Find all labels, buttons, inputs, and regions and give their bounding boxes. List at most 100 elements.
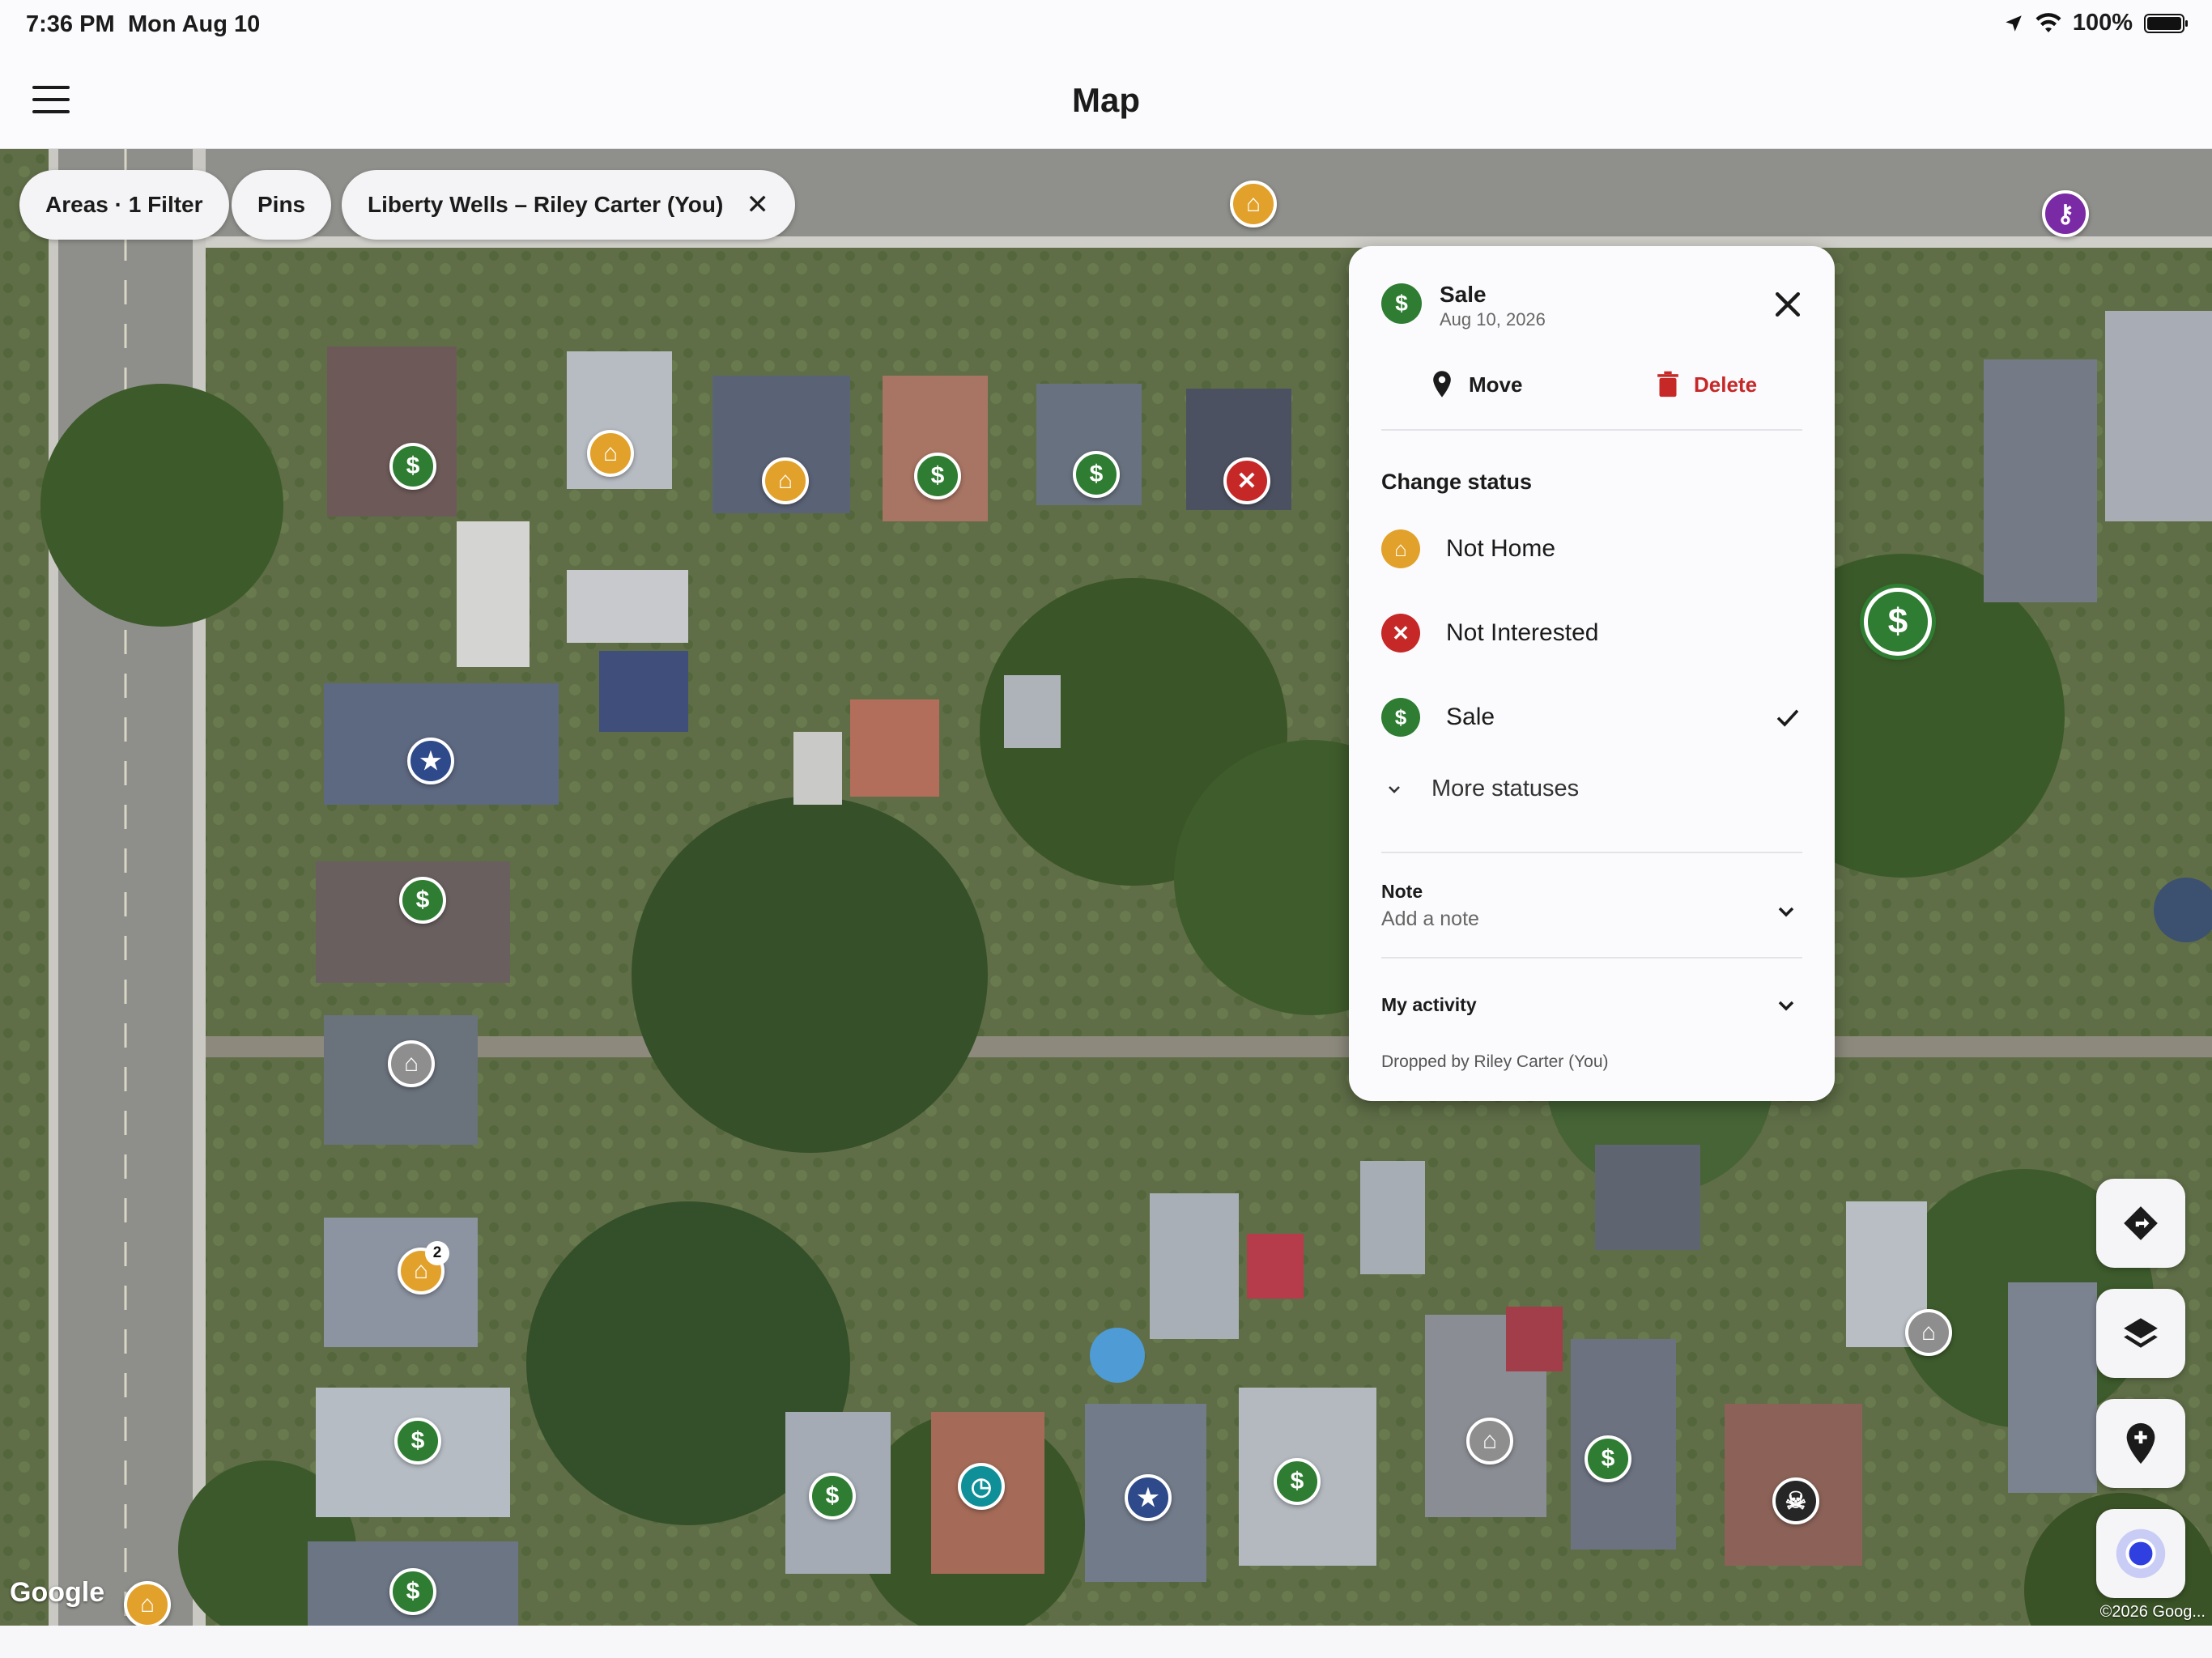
dollar-icon: $ <box>930 462 945 489</box>
location-arrow-icon <box>2006 15 2022 32</box>
no-house-icon: ⌂ <box>602 440 619 466</box>
territory-label: Liberty Wells – Riley Carter (You) <box>368 192 724 217</box>
page-title: Map <box>1072 81 1140 119</box>
status-indicators: 100% <box>2003 10 2188 36</box>
dollar-icon: $ <box>1887 602 1908 641</box>
wifi-icon <box>2035 12 2061 32</box>
chevron-down-icon <box>1778 907 1794 917</box>
google-logo: Google <box>10 1577 105 1608</box>
not-home-pin[interactable]: ⌂ <box>762 457 809 504</box>
sale-pin[interactable]: $ <box>389 443 436 490</box>
battery-icon <box>2144 13 2188 33</box>
dollar-icon: $ <box>1601 1445 1615 1472</box>
directions-button[interactable] <box>2096 1179 2185 1268</box>
house-icon: ⌂ <box>403 1050 419 1077</box>
pin-date: Aug 10, 2026 <box>1440 309 1546 329</box>
divider <box>1381 852 1802 853</box>
battery-percent: 100% <box>2072 10 2133 36</box>
sale-pin[interactable]: $ <box>1073 451 1120 498</box>
areas-filter-label: Areas · 1 Filter <box>45 192 203 217</box>
sale-pin[interactable]: $ <box>394 1418 441 1465</box>
pins-chip[interactable]: Pins <box>232 170 332 240</box>
sale-pin[interactable]: $ <box>1585 1435 1631 1482</box>
my-activity-section[interactable]: My activity <box>1381 994 1802 1016</box>
house-icon: ⌂ <box>1482 1427 1498 1454</box>
status-option-not-interested[interactable]: ✕ Not Interested <box>1381 607 1802 659</box>
chevron-down-icon <box>1778 1001 1794 1011</box>
territory-chip[interactable]: Liberty Wells – Riley Carter (You) ✕ <box>342 170 795 240</box>
close-icon[interactable] <box>1770 287 1806 322</box>
checkmark-icon <box>1776 709 1799 727</box>
sale-pin[interactable]: $ <box>1274 1458 1321 1505</box>
sale-pin[interactable]: $ <box>809 1473 856 1520</box>
no-house-icon: ⌂ <box>139 1591 155 1618</box>
star-icon: ★ <box>419 747 442 775</box>
directions-icon <box>2124 1206 2158 1240</box>
sale-icon: $ <box>1381 698 1420 737</box>
sale-pin[interactable]: $ <box>389 1568 436 1615</box>
no-house-icon: ⌂ <box>777 467 793 494</box>
layers-button[interactable] <box>2096 1289 2185 1378</box>
chevron-down-icon <box>1389 785 1400 793</box>
house-icon: ⌂ <box>1921 1319 1937 1346</box>
cluster-count-badge: 2 <box>425 1241 449 1265</box>
dollar-icon: $ <box>825 1482 840 1509</box>
status-option-label: Not Interested <box>1446 619 1599 646</box>
sale-pin[interactable]: $ <box>399 877 446 924</box>
move-button[interactable]: Move <box>1430 364 1522 405</box>
not-interested-pin[interactable]: ✕ <box>1223 457 1270 504</box>
add-pin-button[interactable] <box>2096 1399 2185 1488</box>
sale-pin[interactable]: $ <box>914 453 961 500</box>
dollar-icon: $ <box>410 1427 425 1454</box>
dollar-icon: $ <box>1290 1468 1304 1494</box>
follow-up-pin[interactable]: ◷ <box>958 1463 1005 1510</box>
sale-status-icon: $ <box>1381 283 1422 324</box>
note-title: Note <box>1381 881 1423 902</box>
status-time: 7:36 PM <box>26 11 115 37</box>
more-statuses-label: More statuses <box>1431 776 1580 801</box>
change-status-heading: Change status <box>1381 470 1533 494</box>
satellite-imagery <box>0 149 2212 1626</box>
star-icon: ★ <box>1137 1484 1159 1511</box>
status-bar: 7:36 PM Mon Aug 10 100% <box>0 0 2212 50</box>
key-pin[interactable]: ⚷ <box>2042 190 2089 237</box>
dollar-icon: $ <box>415 886 430 913</box>
not-interested-icon: ✕ <box>1381 614 1420 653</box>
not-home-pin[interactable]: ⌂ <box>587 430 634 477</box>
status-option-not-home[interactable]: ⌂ Not Home <box>1381 523 1802 575</box>
star-pin[interactable]: ★ <box>407 738 454 784</box>
delete-button[interactable]: Delete <box>1657 364 1757 405</box>
selected-sale-pin[interactable]: $ <box>1864 588 1932 656</box>
my-activity-title: My activity <box>1381 994 1477 1015</box>
note-placeholder: Add a note <box>1381 908 1479 930</box>
close-icon[interactable]: ✕ <box>746 189 769 221</box>
house-pin[interactable]: ⌂ <box>1905 1309 1952 1356</box>
status-option-sale[interactable]: $ Sale <box>1381 691 1802 743</box>
location-pin-icon <box>1433 371 1451 397</box>
map-view[interactable]: Areas · 1 Filter Pins Liberty Wells – Ri… <box>0 149 2212 1626</box>
not-home-cluster-pin[interactable]: ⌂ 2 <box>398 1241 449 1295</box>
not-home-pin[interactable]: ⌂ <box>1230 181 1277 227</box>
areas-filter-chip[interactable]: Areas · 1 Filter <box>19 170 229 240</box>
my-location-button[interactable] <box>2096 1509 2185 1598</box>
house-pin[interactable]: ⌂ <box>1466 1418 1513 1465</box>
pin-status-title: Sale <box>1440 282 1487 307</box>
pins-label: Pins <box>257 192 306 217</box>
no-house-icon: ⌂ <box>413 1257 429 1284</box>
dropped-by-text: Dropped by Riley Carter (You) <box>1381 1052 1609 1071</box>
no-house-icon: ⌂ <box>1245 190 1261 217</box>
pin-detail-panel: $ Sale Aug 10, 2026 Move Delete Change s… <box>1349 246 1835 1101</box>
layers-icon <box>2124 1318 2158 1348</box>
more-statuses-toggle[interactable]: More statuses <box>1385 776 1579 802</box>
app-bar: Map <box>0 50 2212 149</box>
clock-icon: ◷ <box>970 1473 993 1500</box>
x-icon: ✕ <box>1236 467 1257 495</box>
skull-pin[interactable]: ☠ <box>1772 1477 1819 1524</box>
star-pin[interactable]: ★ <box>1125 1474 1172 1521</box>
not-home-pin[interactable]: ⌂ <box>124 1581 171 1626</box>
dollar-icon: $ <box>1089 461 1104 487</box>
note-section[interactable]: Note Add a note <box>1381 881 1802 931</box>
status-option-label: Not Home <box>1446 535 1556 562</box>
trash-icon <box>1657 371 1678 397</box>
house-pin[interactable]: ⌂ <box>388 1040 435 1087</box>
